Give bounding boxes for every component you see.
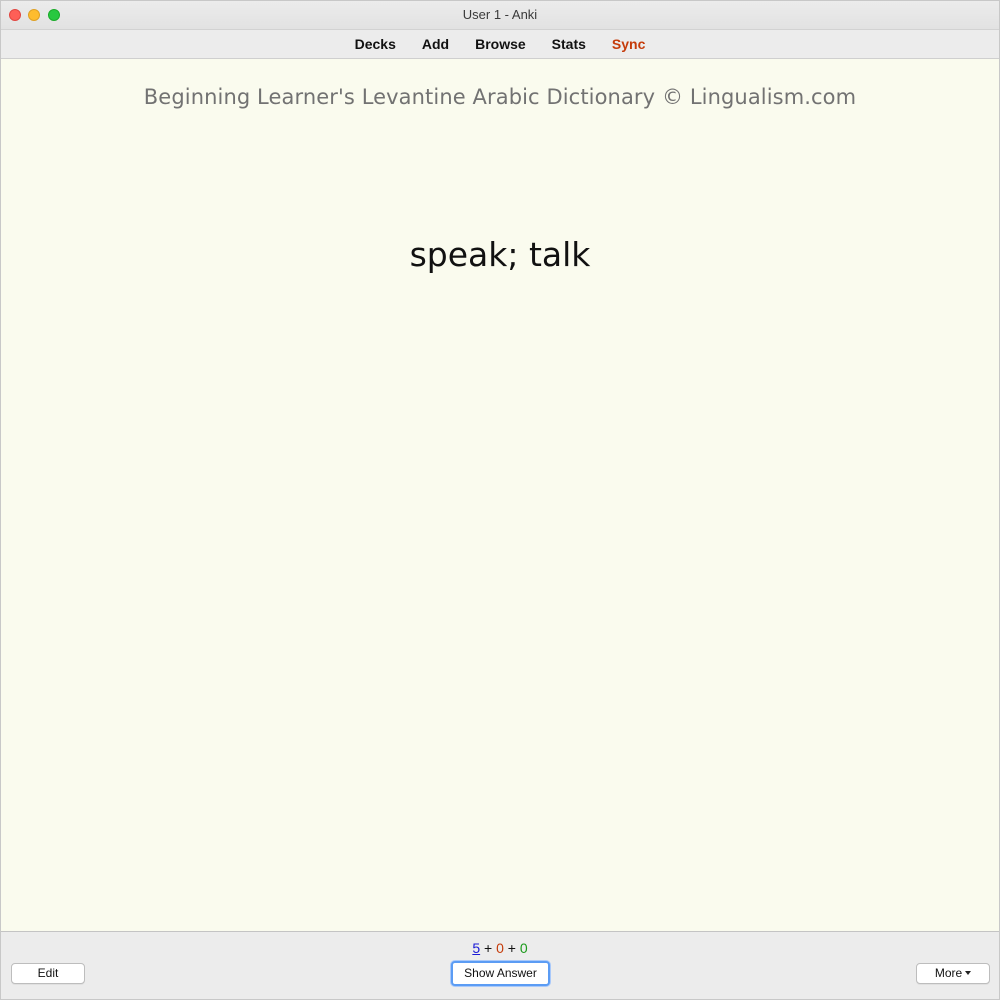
window-title: User 1 - Anki — [462, 7, 538, 22]
main-toolbar: Decks Add Browse Stats Sync — [1, 30, 999, 59]
show-answer-button[interactable]: Show Answer — [451, 961, 550, 986]
caret-down-icon — [965, 970, 972, 975]
more-button[interactable]: More — [916, 963, 990, 984]
count-separator: + — [484, 940, 493, 956]
edit-button[interactable]: Edit — [11, 963, 85, 984]
review-bottom-bar: 5 + 0 + 0 Edit Show Answer More — [1, 931, 999, 999]
more-button-label: More — [934, 966, 963, 980]
toolbar-decks[interactable]: Decks — [342, 30, 409, 58]
deck-header: Beginning Learner's Levantine Arabic Dic… — [143, 85, 857, 109]
toolbar-sync[interactable]: Sync — [599, 30, 658, 58]
card-front-text: speak; talk — [409, 235, 591, 274]
toolbar-browse[interactable]: Browse — [462, 30, 539, 58]
toolbar-add[interactable]: Add — [409, 30, 462, 58]
new-count: 5 — [472, 940, 481, 956]
due-counts: 5 + 0 + 0 — [1, 940, 999, 956]
count-separator: + — [507, 940, 516, 956]
learning-count: 0 — [496, 940, 504, 956]
toolbar-stats[interactable]: Stats — [539, 30, 599, 58]
review-count: 0 — [519, 940, 528, 956]
anki-window: User 1 - Anki Decks Add Browse Stats Syn… — [0, 0, 1000, 1000]
title-bar[interactable]: User 1 - Anki — [1, 1, 999, 30]
card-view: Beginning Learner's Levantine Arabic Dic… — [1, 59, 999, 931]
